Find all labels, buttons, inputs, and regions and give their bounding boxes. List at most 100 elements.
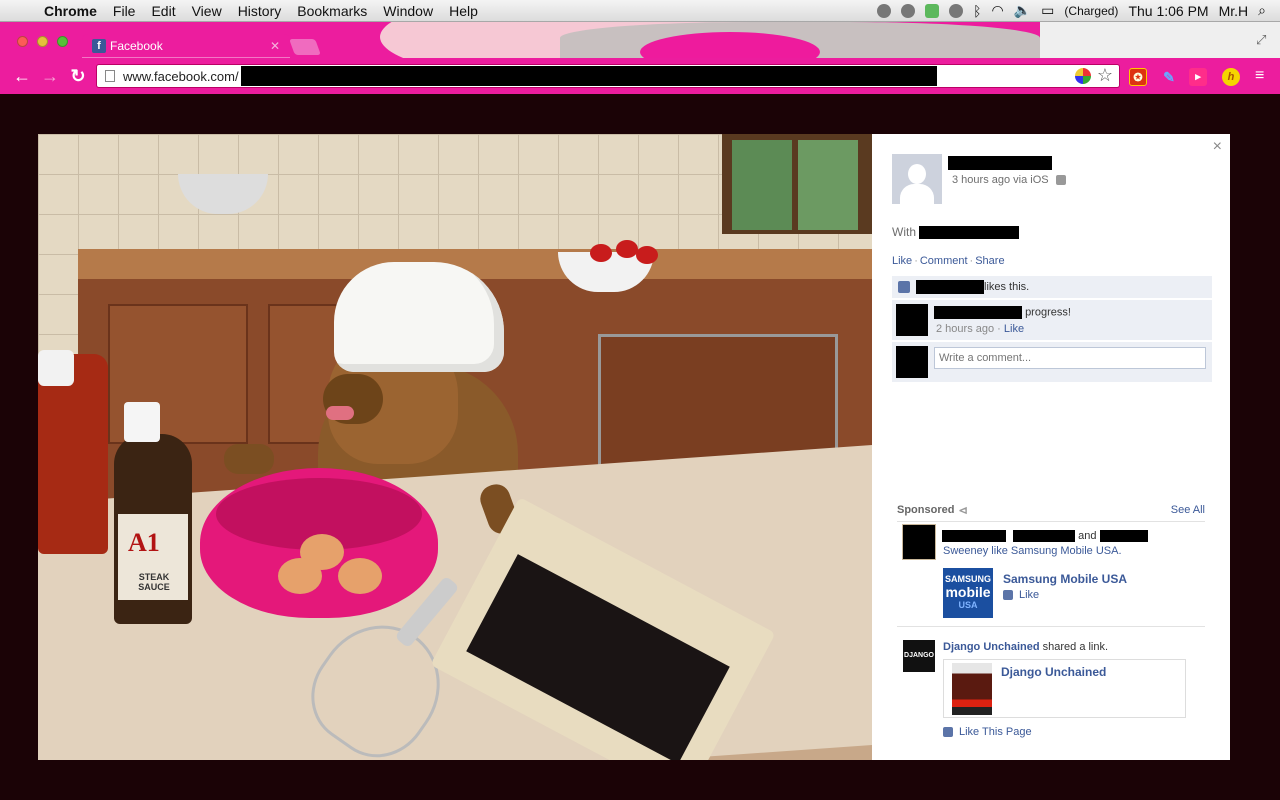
like-link[interactable]: Like	[892, 255, 912, 267]
menu-history[interactable]: History	[230, 3, 290, 19]
share-link[interactable]: Share	[975, 255, 1004, 267]
thumbs-up-icon	[898, 281, 910, 293]
a1-sauce-cap	[124, 402, 160, 442]
samsung-page-link[interactable]: Samsung Mobile USA	[1003, 572, 1127, 586]
tomato	[636, 246, 658, 264]
comment-time[interactable]: 2 hours ago	[936, 323, 994, 335]
chef-hat	[334, 262, 504, 372]
django-link-card[interactable]: Django Unchained	[943, 659, 1186, 718]
post-timestamp[interactable]: 3 hours ago via iOS	[952, 174, 1049, 186]
time-machine-icon[interactable]	[949, 3, 964, 18]
extension-h-icon[interactable]: h	[1222, 68, 1240, 86]
menu-edit[interactable]: Edit	[143, 3, 183, 19]
post-photo[interactable]: A1 STEAK SAUCE	[38, 134, 872, 760]
samsung-like-button[interactable]: Like	[1003, 589, 1039, 601]
avatar[interactable]	[892, 154, 942, 204]
window-zoom-button[interactable]	[57, 36, 68, 47]
forward-button[interactable]: →	[36, 62, 64, 90]
chrome-menu-icon[interactable]: ≡	[1255, 68, 1269, 84]
url-text: www.facebook.com/	[123, 68, 239, 84]
bluetooth-icon[interactable]: ᛒ	[973, 3, 981, 19]
page-icon	[105, 70, 115, 82]
volume-icon[interactable]: 🔈	[1014, 2, 1031, 19]
extension-icon[interactable]	[1075, 68, 1091, 84]
django-poster-image[interactable]	[952, 663, 992, 715]
menu-window[interactable]: Window	[375, 3, 441, 19]
django-story-line: Django Unchained shared a link.	[943, 641, 1108, 653]
window-close-button[interactable]	[17, 36, 28, 47]
a1-brand-text: A1	[128, 528, 160, 557]
like-label: Like	[1019, 589, 1040, 601]
comment-meta: 2 hours ago · Like	[936, 323, 1025, 335]
close-icon[interactable]: ×	[1213, 138, 1222, 156]
with-label: With	[892, 225, 916, 239]
evernote-icon[interactable]	[925, 3, 940, 18]
window-minimize-button[interactable]	[37, 36, 48, 47]
app-menu[interactable]: Chrome	[40, 3, 105, 19]
redacted-poster-name[interactable]	[948, 156, 1052, 170]
sponsored-header: Sponsored ⊲ See All	[897, 504, 1205, 522]
facebook-photo-viewer: A1 STEAK SAUCE × 3 hours ago via iOS Wit…	[0, 94, 1280, 800]
status-icon-a[interactable]	[877, 3, 892, 18]
friends-like-text[interactable]: Sweeney like Samsung Mobile USA.	[943, 545, 1122, 557]
spotlight-search-icon[interactable]: ⌕	[1258, 2, 1266, 19]
window-glass	[732, 140, 792, 230]
redacted-liker-name[interactable]	[916, 280, 984, 294]
comment-like-link[interactable]: Like	[1004, 323, 1024, 335]
reload-button[interactable]: ↻	[64, 62, 92, 90]
dog-tongue	[326, 406, 354, 420]
redacted-commenter-name[interactable]	[934, 306, 1022, 319]
fullscreen-icon[interactable]: ⤢	[1256, 32, 1270, 47]
ketchup-cap	[38, 350, 74, 386]
friend-avatar[interactable]	[902, 524, 936, 560]
new-tab-button[interactable]	[289, 39, 321, 55]
django-page-link[interactable]: Django Unchained	[943, 641, 1040, 653]
extension-pen-icon[interactable]: ✎	[1160, 68, 1178, 86]
theme-decoration	[1040, 22, 1280, 58]
comment-text: progress!	[1025, 306, 1071, 319]
post-meta: 3 hours ago via iOS	[952, 174, 1066, 186]
address-bar[interactable]: www.facebook.com/ ☆	[96, 64, 1120, 88]
user-menu[interactable]: Mr.H	[1219, 3, 1249, 19]
see-all-link[interactable]: See All	[1171, 504, 1205, 517]
tab-facebook[interactable]: f Facebook ✕	[82, 34, 290, 58]
avatar-silhouette	[908, 164, 926, 184]
menu-file[interactable]: File	[105, 3, 144, 19]
privacy-friends-icon[interactable]	[1055, 175, 1066, 186]
django-link-title[interactable]: Django Unchained	[1001, 665, 1106, 679]
redacted-friend-name[interactable]	[942, 530, 1006, 543]
wifi-icon[interactable]: ◠	[992, 2, 1004, 19]
avatar-silhouette	[900, 184, 934, 204]
extension-star-icon[interactable]: ✪	[1129, 68, 1147, 86]
django-logo[interactable]: DJANGO	[903, 640, 935, 672]
redacted-friend-name[interactable]	[1099, 530, 1148, 543]
comment-link[interactable]: Comment	[920, 255, 968, 267]
egg	[278, 558, 322, 594]
menu-help[interactable]: Help	[441, 3, 486, 19]
extension-play-icon[interactable]: ▸	[1189, 68, 1207, 86]
clock[interactable]: Thu 1:06 PM	[1128, 3, 1208, 19]
thumbs-up-icon	[943, 727, 953, 737]
divider	[897, 626, 1205, 627]
samsung-mobile-logo[interactable]: SAMSUNG mobile USA	[943, 568, 993, 618]
browser-chrome: f Facebook ✕ ⤢ ← → ↻ www.facebook.com/ ☆…	[0, 22, 1280, 94]
tab-close-icon[interactable]: ✕	[270, 39, 280, 53]
bookmark-star-icon[interactable]: ☆	[1097, 65, 1113, 86]
window-glass	[798, 140, 858, 230]
menu-view[interactable]: View	[184, 3, 230, 19]
redacted-tagged-name[interactable]	[919, 226, 1020, 240]
like-this-page-button[interactable]: Like This Page	[943, 726, 1032, 738]
status-area: ᛒ ◠ 🔈 ▭ (Charged) Thu 1:06 PM Mr.H ⌕	[877, 2, 1280, 19]
thumbs-up-icon	[1003, 590, 1013, 600]
menu-bookmarks[interactable]: Bookmarks	[289, 3, 375, 19]
battery-icon[interactable]: ▭	[1041, 2, 1054, 19]
battery-status[interactable]: (Charged)	[1064, 4, 1118, 18]
mac-menubar: Chrome File Edit View History Bookmarks …	[0, 0, 1280, 22]
comment-input[interactable]	[934, 347, 1206, 369]
back-button[interactable]: ←	[8, 62, 36, 90]
comment-avatar[interactable]	[896, 304, 928, 336]
redacted-url-path	[240, 66, 937, 86]
status-icon-b[interactable]	[901, 3, 916, 18]
photo-sidebar: × 3 hours ago via iOS With Like · Comment ·…	[872, 134, 1230, 760]
redacted-friend-name[interactable]	[1013, 530, 1076, 543]
